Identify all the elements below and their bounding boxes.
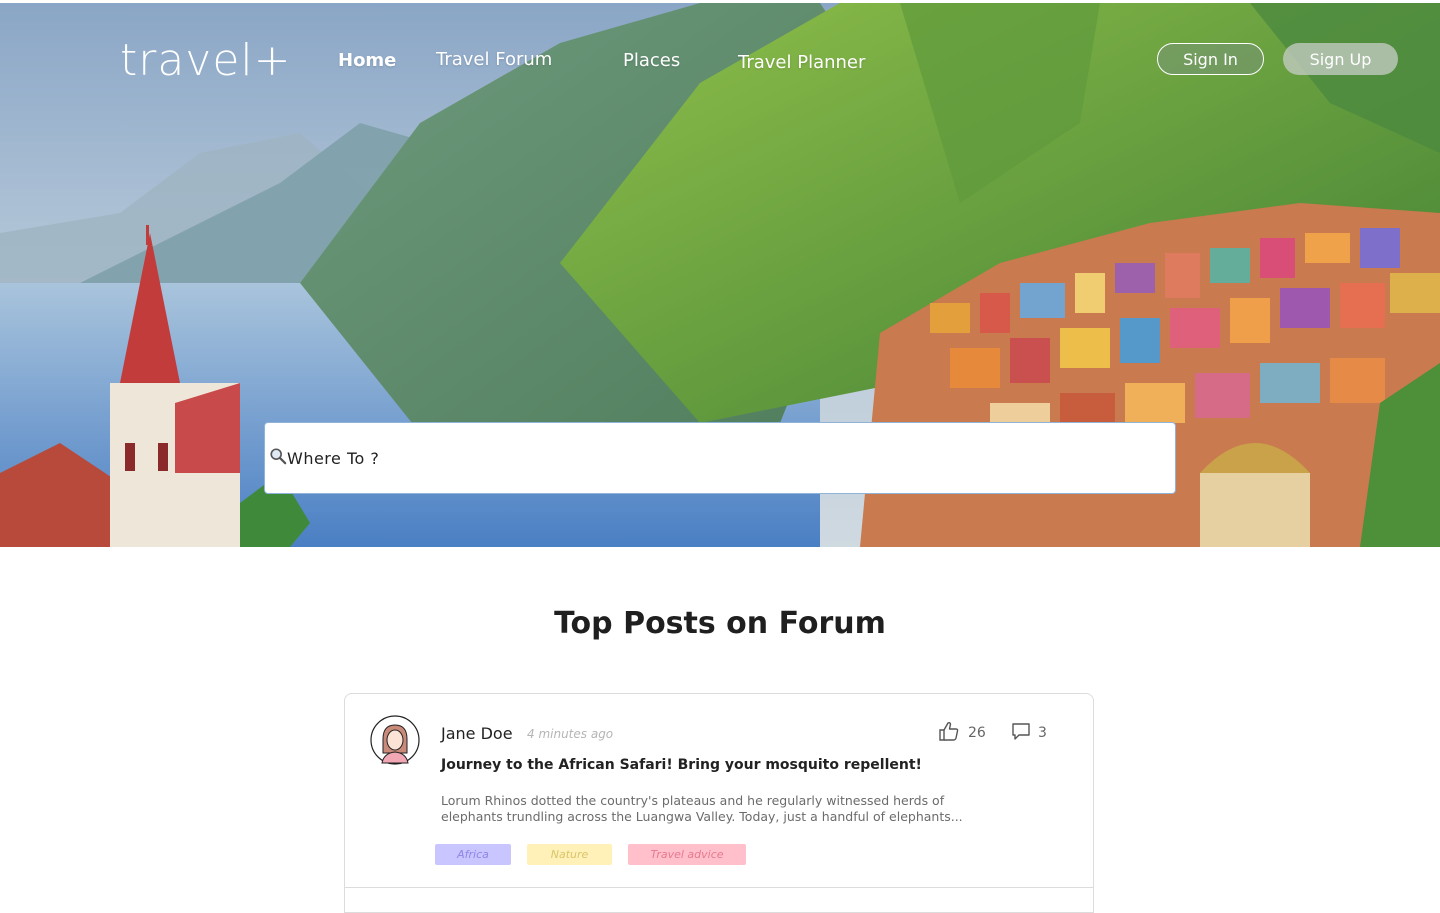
tag-nature[interactable]: Nature (527, 844, 612, 865)
nav-travel-planner[interactable]: Travel Planner (738, 52, 865, 73)
post-author[interactable]: Jane Doe (441, 724, 513, 743)
search-input[interactable]: Where To ? (264, 422, 1176, 494)
like-count: 26 (968, 725, 986, 741)
comment-count: 3 (1038, 725, 1047, 741)
tag-africa[interactable]: Africa (435, 844, 511, 865)
tag-travel-advice[interactable]: Travel advice (628, 844, 746, 865)
magnifier-icon (270, 448, 287, 465)
nav-travel-forum[interactable]: Travel Forum (436, 49, 552, 70)
section-title: Top Posts on Forum (554, 606, 886, 641)
search-placeholder: Where To ? (287, 448, 380, 468)
nav-places[interactable]: Places (623, 50, 680, 71)
brand-logo[interactable]: travel+ (120, 36, 292, 86)
post-excerpt: Lorum Rhinos dotted the country's platea… (441, 793, 963, 824)
sign-up-button[interactable]: Sign Up (1283, 43, 1398, 75)
comment-icon[interactable] (1011, 721, 1031, 741)
sign-in-label: Sign In (1183, 49, 1238, 69)
sign-in-button[interactable]: Sign In (1157, 43, 1264, 75)
nav-home[interactable]: Home (338, 50, 396, 71)
sign-up-label: Sign Up (1309, 49, 1372, 69)
post-divider (344, 887, 1094, 888)
avatar (370, 715, 420, 765)
post-timestamp: 4 minutes ago (527, 727, 614, 741)
thumbs-up-icon[interactable] (938, 721, 960, 741)
post-title[interactable]: Journey to the African Safari! Bring you… (441, 757, 922, 773)
